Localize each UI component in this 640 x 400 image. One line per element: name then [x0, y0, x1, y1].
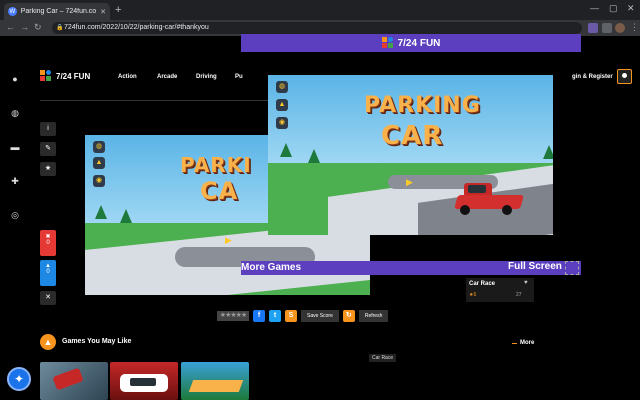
close-window-icon[interactable]: ✕ — [627, 3, 635, 14]
wordpress-icon: W — [8, 7, 17, 16]
star-rating[interactable]: ★★★★★ — [217, 311, 249, 321]
kebab-menu-icon[interactable]: ⋮ — [630, 22, 639, 33]
modal-title: 7/24 FUN — [397, 37, 441, 49]
dislike-count: 0 — [46, 240, 50, 246]
trophy-icon[interactable]: ◉ — [276, 117, 288, 129]
game-thumbnail[interactable] — [181, 362, 249, 400]
url-text: 724fun.com/2022/10/22/parking-car/#thank… — [64, 24, 209, 31]
back-icon[interactable]: ← — [6, 22, 15, 32]
car-icon[interactable]: ▬ — [10, 142, 20, 152]
game-thumbnail[interactable] — [110, 362, 178, 400]
lock-icon: 🔒 — [56, 25, 64, 31]
refresh-button[interactable]: Refresh — [358, 310, 389, 322]
trophy-icon[interactable]: ◉ — [93, 175, 105, 187]
play-arrow-icon[interactable]: ▶ — [225, 235, 232, 246]
info-button[interactable]: i — [40, 122, 56, 136]
gamepad-icon[interactable]: ◍ — [93, 141, 105, 153]
url-field[interactable]: 🔒 724fun.com/2022/10/22/parking-car/#tha… — [52, 22, 582, 34]
forward-icon[interactable]: → — [20, 22, 29, 32]
refresh-icon[interactable]: ↻ — [342, 310, 355, 322]
nav-driving[interactable]: Driving — [196, 74, 217, 80]
action-row: ★★★★★ f t S Save Score ↻ Refresh — [217, 310, 389, 322]
nav-puzzle[interactable]: Pu — [235, 74, 243, 80]
minimize-icon[interactable]: — — [590, 3, 599, 13]
nav-action[interactable]: Action — [118, 74, 137, 80]
logo-text: 7/24 FUN — [56, 71, 91, 81]
logo-mark-icon — [40, 70, 52, 82]
section-title: Games You May Like — [62, 338, 132, 345]
game-thumbnail[interactable] — [40, 362, 108, 400]
more-link[interactable]: More — [511, 340, 534, 346]
profile-avatar[interactable] — [615, 23, 625, 33]
game-canvas[interactable]: PARKING CAR ◍ ▲ ◉ ▶ — [268, 75, 553, 235]
modal-header: 7/24 FUN — [241, 34, 581, 52]
comment-button[interactable]: ✎ — [40, 142, 56, 156]
thumbs-up-icon[interactable]: ▲ — [276, 99, 288, 111]
play-arrow-icon[interactable]: ▶ — [406, 177, 413, 188]
accessibility-icon: ✦ — [13, 372, 25, 386]
puzzle-icon[interactable] — [602, 23, 612, 33]
left-rail: ● ◍ ▬ ✚ ◎ — [0, 36, 30, 400]
extension-icon[interactable] — [588, 23, 598, 33]
game-title-line1: PARKING — [364, 93, 481, 118]
heart-icon[interactable]: ♥ — [524, 280, 528, 286]
login-register-link[interactable]: gin & Register — [572, 74, 613, 80]
car-race-card[interactable]: Car Race ♥ ★6 27 — [466, 278, 534, 302]
bomb-icon[interactable]: ● — [10, 74, 20, 84]
fullscreen-icon[interactable] — [565, 261, 579, 275]
twitter-icon[interactable]: t — [269, 310, 281, 322]
logo-mark-icon — [381, 37, 394, 49]
user-icon[interactable] — [617, 69, 632, 84]
browser-tab-bar: W Parking Car – 724fun.com plu ✕ + — ▢ ✕ — [0, 0, 640, 20]
game-title-line2: CAR — [381, 121, 444, 151]
site-logo[interactable]: 7/24 FUN — [40, 70, 90, 82]
card-title: Car Race — [469, 281, 496, 287]
tab-title: Parking Car – 724fun.com plu — [20, 8, 97, 15]
tooltip: Car Race — [369, 354, 397, 362]
target-icon[interactable]: ◎ — [10, 210, 20, 220]
thumbs-down-icon: ✖ — [45, 234, 51, 240]
modal-footer: More Games Full Screen — [241, 261, 581, 275]
puzzle-piece-icon[interactable]: ✚ — [10, 176, 20, 186]
browser-tab[interactable]: W Parking Car – 724fun.com plu ✕ — [4, 3, 110, 20]
like-count: 0 — [46, 269, 50, 275]
save-icon[interactable]: S — [285, 310, 297, 322]
game-title-line2-small: CA — [200, 177, 239, 205]
more-games-button[interactable]: More Games — [241, 262, 301, 273]
favorite-button[interactable]: ★ — [40, 162, 56, 176]
accessibility-button[interactable]: ✦ — [7, 367, 31, 391]
thumbs-up-icon: ▲ — [40, 334, 56, 350]
facebook-icon[interactable]: f — [253, 310, 265, 322]
close-tab-icon[interactable]: ✕ — [100, 8, 106, 16]
gamepad-icon[interactable]: ◍ — [276, 81, 288, 93]
save-score-button[interactable]: Save Score — [301, 310, 339, 322]
card-plays: 27 — [516, 292, 522, 298]
card-rating: ★6 — [469, 292, 477, 298]
expand-button[interactable]: ✕ — [40, 291, 56, 305]
new-tab-button[interactable]: + — [115, 4, 121, 16]
reload-icon[interactable]: ↻ — [34, 22, 42, 33]
full-screen-button[interactable]: Full Screen — [508, 261, 562, 272]
gamepad-icon[interactable]: ◍ — [10, 108, 20, 118]
nav-arcade[interactable]: Arcade — [157, 74, 177, 80]
maximize-icon[interactable]: ▢ — [609, 3, 618, 14]
thumbs-up-icon[interactable]: ▲ — [93, 157, 105, 169]
dislike-button[interactable]: ✖ 0 — [40, 230, 56, 256]
like-button[interactable]: ▲ 0 — [40, 260, 56, 286]
game-title-line1-small: PARKI — [180, 153, 252, 177]
